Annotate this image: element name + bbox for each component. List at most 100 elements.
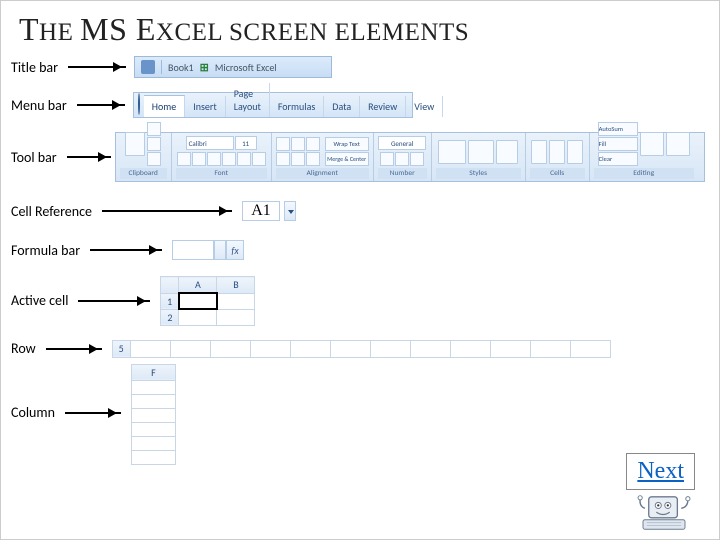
cells-insert-button[interactable] <box>531 140 547 164</box>
tab-pagelayout[interactable]: Page Layout <box>226 83 270 117</box>
find-select-button[interactable] <box>666 132 690 156</box>
row-cell[interactable] <box>490 340 530 357</box>
fx-icon[interactable]: fx <box>226 240 244 260</box>
arrow-icon <box>90 249 162 251</box>
italic-button[interactable] <box>192 152 206 166</box>
bold-button[interactable] <box>177 152 191 166</box>
ribbon-group-label: Number <box>378 168 427 179</box>
row-cell[interactable] <box>250 340 290 357</box>
row-header-5[interactable]: 5 <box>112 340 130 357</box>
ribbon-group-editing: AutoSumFillClear Editing <box>590 133 698 181</box>
align-top-button[interactable] <box>276 137 290 151</box>
font-color-button[interactable] <box>252 152 266 166</box>
percent-button[interactable] <box>395 152 409 166</box>
format-as-table-button[interactable] <box>468 140 494 164</box>
row-demo-grid: 5 <box>112 340 611 358</box>
col-cell[interactable] <box>131 380 175 394</box>
tab-formulas[interactable]: Formulas <box>270 96 324 117</box>
col-header-b[interactable]: B <box>217 277 255 294</box>
name-box-small[interactable] <box>172 240 214 260</box>
row-cell[interactable] <box>410 340 450 357</box>
underline-button[interactable] <box>207 152 221 166</box>
font-size-combo[interactable]: 11 <box>235 136 257 150</box>
ribbon-group-label: Editing <box>594 168 694 179</box>
align-left-button[interactable] <box>276 152 290 166</box>
ribbon-group-styles: Styles <box>432 133 526 181</box>
border-button[interactable] <box>222 152 236 166</box>
row-activecell: Active cell AB 1 2 <box>11 276 719 326</box>
ribbon-group-label: Styles <box>436 168 521 179</box>
row-header-2[interactable]: 2 <box>161 309 179 325</box>
col-header-f[interactable]: F <box>131 364 175 380</box>
merge-center-button[interactable]: Merge & Center <box>325 152 369 166</box>
name-box-dd-icon[interactable] <box>214 240 226 260</box>
align-middle-button[interactable] <box>291 137 305 151</box>
autosum-button[interactable]: AutoSum <box>598 122 638 136</box>
conditional-formatting-button[interactable] <box>438 140 466 164</box>
tab-insert[interactable]: Insert <box>185 96 226 117</box>
label-menubar: Menu bar <box>11 97 67 114</box>
arrow-icon <box>67 156 111 158</box>
wrap-text-button[interactable]: Wrap Text <box>325 137 369 151</box>
excel-menubar: Home Insert Page Layout Formulas Data Re… <box>133 92 413 118</box>
cell-b2[interactable] <box>217 309 255 325</box>
row-cell[interactable] <box>370 340 410 357</box>
row-cell[interactable] <box>450 340 490 357</box>
row-cell[interactable] <box>330 340 370 357</box>
clear-button[interactable]: Clear <box>598 152 638 166</box>
cell-a2[interactable] <box>179 309 217 325</box>
ribbon-group-number: General Number <box>374 133 432 181</box>
cells-format-button[interactable] <box>567 140 583 164</box>
comma-button[interactable] <box>410 152 424 166</box>
copy-button[interactable] <box>147 137 161 151</box>
font-name-combo[interactable]: Calibri <box>186 136 234 150</box>
row-cell[interactable] <box>170 340 210 357</box>
fill-color-button[interactable] <box>237 152 251 166</box>
tab-home[interactable]: Home <box>144 95 185 117</box>
active-cell-grid: AB 1 2 <box>160 276 255 326</box>
col-cell[interactable] <box>131 408 175 422</box>
name-box-dropdown-icon[interactable] <box>284 201 296 221</box>
row-cell[interactable] <box>130 340 170 357</box>
row-cell[interactable] <box>210 340 250 357</box>
sort-filter-button[interactable] <box>640 132 664 156</box>
col-cell[interactable] <box>131 394 175 408</box>
align-center-button[interactable] <box>291 152 305 166</box>
title-cap-ms: MS E <box>80 11 156 47</box>
row-toolbar: Tool bar Clipboard Calibri11 Font <box>11 132 719 182</box>
label-column: Column <box>11 404 55 421</box>
office-orb-icon[interactable] <box>138 93 140 115</box>
tab-view[interactable]: View <box>406 96 443 117</box>
col-header-a[interactable]: A <box>179 277 217 294</box>
tab-review[interactable]: Review <box>360 96 406 117</box>
cell-a1-active[interactable] <box>179 293 217 309</box>
row-cell[interactable] <box>570 340 610 357</box>
align-bottom-button[interactable] <box>306 137 320 151</box>
next-link[interactable]: Next <box>626 453 695 490</box>
row-titlebar: Title bar Book1 ⊞ Microsoft Excel <box>11 56 719 78</box>
number-format-combo[interactable]: General <box>378 136 426 150</box>
select-all-corner[interactable] <box>161 277 179 294</box>
ribbon-group-label: Font <box>176 168 267 179</box>
row-cell[interactable] <box>530 340 570 357</box>
cut-button[interactable] <box>147 122 161 136</box>
paste-button[interactable] <box>125 132 145 156</box>
cell-b1[interactable] <box>217 293 255 309</box>
align-right-button[interactable] <box>306 152 320 166</box>
row-cellref: Cell Reference A1 <box>11 198 719 224</box>
currency-button[interactable] <box>380 152 394 166</box>
col-cell[interactable] <box>131 422 175 436</box>
col-cell[interactable] <box>131 436 175 450</box>
format-painter-button[interactable] <box>147 152 161 166</box>
row-header-1[interactable]: 1 <box>161 293 179 309</box>
cell-styles-button[interactable] <box>496 140 518 164</box>
name-box[interactable]: A1 <box>242 201 280 221</box>
tab-data[interactable]: Data <box>324 96 360 117</box>
fill-button[interactable]: Fill <box>598 137 638 151</box>
label-titlebar: Title bar <box>11 59 58 76</box>
label-toolbar: Tool bar <box>11 149 57 166</box>
arrow-icon <box>102 210 232 212</box>
col-cell[interactable] <box>131 450 175 464</box>
cells-delete-button[interactable] <box>549 140 565 164</box>
row-cell[interactable] <box>290 340 330 357</box>
